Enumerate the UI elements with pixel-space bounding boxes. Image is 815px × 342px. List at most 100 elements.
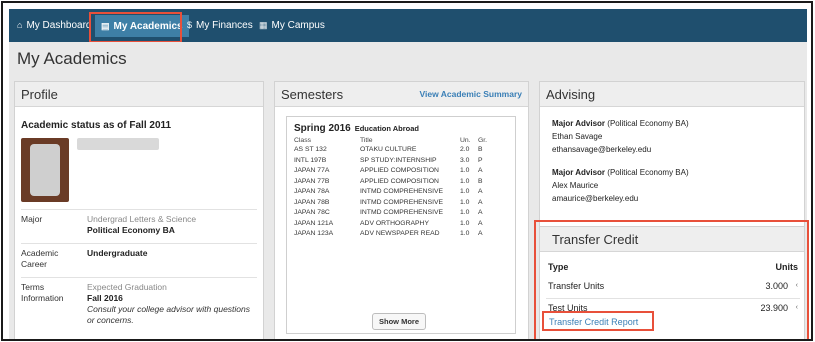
transfer-credit-report-link[interactable]: Transfer Credit Report — [549, 317, 638, 327]
course-class[interactable]: JAPAN 78A — [294, 188, 360, 199]
show-more-button[interactable]: Show More — [372, 313, 426, 330]
col-units: Units — [775, 262, 799, 272]
semesters-header: Semesters View Academic Summary — [275, 82, 528, 107]
course-grade: P — [478, 156, 483, 164]
course-units: 3.0 — [460, 156, 470, 164]
advising-card: Advising Major Advisor (Political Econom… — [539, 81, 805, 227]
course-grade: A — [478, 219, 483, 227]
view-academic-summary-link[interactable]: View Academic Summary — [419, 82, 522, 107]
advising-heading: Advising — [540, 82, 804, 107]
advisor-email[interactable]: amaurice@berkeley.edu — [552, 192, 689, 205]
credit-units: 3.000 — [765, 281, 788, 291]
term-name: Spring 2016 — [294, 123, 351, 134]
student-photo — [21, 138, 69, 202]
profile-row-major: Major Undergrad Letters & Science Politi… — [21, 209, 257, 243]
advisor-program: (Political Economy BA) — [607, 168, 689, 177]
advisor-email[interactable]: ethansavage@berkeley.edu — [552, 143, 689, 156]
transfer-credit-heading: Transfer Credit — [540, 227, 804, 252]
advisor-entry: Major Advisor (Political Economy BA) Eth… — [552, 117, 689, 156]
semesters-heading: Semesters — [281, 87, 344, 102]
advisor-entry: Major Advisor (Political Economy BA) Ale… — [552, 166, 689, 205]
course-title: APPLIED COMPOSITION — [360, 167, 439, 174]
advisor-name: Alex Maurice — [552, 181, 599, 190]
course-class[interactable]: INTL 197B — [294, 157, 360, 168]
table-row: JAPAN 78C INTMD COMPREHENSIVE 1.0 A — [294, 209, 492, 220]
col-units: Un. — [460, 137, 471, 144]
semesters-card: Semesters View Academic Summary Spring 2… — [274, 81, 529, 339]
redacted-name — [77, 138, 159, 150]
course-class[interactable]: JAPAN 77B — [294, 178, 360, 189]
home-icon: ⌂ — [17, 20, 23, 30]
advisor-role: Major Advisor — [552, 119, 606, 128]
table-row: JAPAN 123A ADV NEWSPAPER READ 1.0 A — [294, 230, 492, 241]
course-class[interactable]: JAPAN 78B — [294, 199, 360, 210]
col-class: Class — [294, 137, 311, 144]
nav-my-dashboard[interactable]: ⌂ My Dashboard — [17, 9, 91, 42]
chevron-left-icon: ‹ — [795, 304, 798, 311]
book-icon: ▤ — [101, 21, 110, 31]
table-row: INTL 197B SP STUDY:INTERNSHIP 3.0 P — [294, 157, 492, 168]
course-units: 1.0 — [460, 167, 470, 174]
course-grade: A — [478, 167, 483, 174]
profile-row-career: Academic Career Undergraduate — [21, 243, 257, 277]
advisor-name: Ethan Savage — [552, 132, 603, 141]
table-row: JAPAN 77A APPLIED COMPOSITION 1.0 A — [294, 167, 492, 178]
advisor-program: (Political Economy BA) — [607, 119, 689, 128]
course-units: 1.0 — [460, 188, 470, 195]
graduation-term: Fall 2016 — [87, 293, 123, 303]
academic-status-title: Academic status as of Fall 2011 — [21, 120, 172, 131]
course-title: INTMD COMPREHENSIVE — [360, 198, 444, 206]
transfer-credit-header-row: Type Units — [548, 260, 798, 274]
table-row: JAPAN 78B INTMD COMPREHENSIVE 1.0 A — [294, 199, 492, 210]
course-class[interactable]: JAPAN 78C — [294, 209, 360, 220]
course-units: 1.0 — [460, 177, 470, 185]
profile-value: Expected Graduation Fall 2016 Consult yo… — [87, 282, 257, 326]
top-nav: ⌂ My Dashboard ▤ My Academics $ My Finances… — [9, 9, 807, 42]
semester-title: Spring 2016 Education Abroad — [294, 123, 419, 134]
college-name: Undergrad Letters & Science — [87, 214, 197, 224]
chevron-left-icon: ‹ — [795, 282, 798, 289]
course-class[interactable]: AS ST 132 — [294, 146, 360, 157]
course-class[interactable]: JAPAN 77A — [294, 167, 360, 178]
nav-label: My Dashboard — [26, 20, 92, 31]
col-title: Title — [360, 137, 373, 144]
col-grade: Gr. — [478, 137, 488, 144]
course-grade: B — [478, 146, 483, 153]
divider — [546, 298, 800, 299]
main-content: My Academics Profile Academic status as … — [9, 42, 807, 339]
grid-icon: ▦ — [259, 20, 268, 30]
semester-panel: Spring 2016 Education Abroad Class Title … — [286, 116, 516, 334]
course-grade: A — [478, 209, 483, 216]
nav-my-academics[interactable]: ▤ My Academics — [95, 15, 189, 37]
course-grade: A — [478, 230, 483, 237]
course-class[interactable]: JAPAN 123A — [294, 230, 360, 241]
credit-units: 23.900 — [760, 303, 788, 313]
advisor-role: Major Advisor — [552, 168, 606, 177]
courses-table: Class Title Un. Gr. AS ST 132 OTAKU CULT… — [294, 137, 492, 241]
career-value: Undergraduate — [87, 248, 148, 258]
transfer-units-row[interactable]: Transfer Units 3.000 ‹ — [548, 279, 798, 293]
nav-label: My Academics — [113, 21, 183, 32]
profile-label: Academic Career — [21, 248, 59, 269]
course-class[interactable]: JAPAN 121A — [294, 220, 360, 231]
expected-graduation-label: Expected Graduation — [87, 282, 167, 292]
course-title: INTMD COMPREHENSIVE — [360, 188, 444, 195]
course-units: 2.0 — [460, 146, 470, 153]
nav-my-finances[interactable]: $ My Finances — [187, 9, 253, 42]
course-units: 1.0 — [460, 230, 470, 237]
photo-blur — [30, 144, 60, 196]
table-row: JAPAN 121A ADV ORTHOGRAPHY 1.0 A — [294, 220, 492, 231]
page-title: My Academics — [17, 49, 127, 68]
profile-heading: Profile — [15, 82, 263, 107]
course-title: SP STUDY:INTERNSHIP — [360, 156, 437, 164]
table-row: JAPAN 77B APPLIED COMPOSITION 1.0 B — [294, 178, 492, 189]
test-units-row[interactable]: Test Units 23.900 ‹ — [548, 301, 798, 315]
dollar-icon: $ — [187, 20, 193, 30]
nav-label: My Finances — [196, 20, 253, 31]
course-title: INTMD COMPREHENSIVE — [360, 209, 444, 216]
nav-my-campus[interactable]: ▦ My Campus — [259, 9, 325, 42]
term-note: Education Abroad — [354, 124, 420, 133]
course-grade: B — [478, 177, 483, 185]
profile-value: Undergrad Letters & Science Political Ec… — [87, 214, 257, 236]
nav-label: My Campus — [271, 20, 325, 31]
